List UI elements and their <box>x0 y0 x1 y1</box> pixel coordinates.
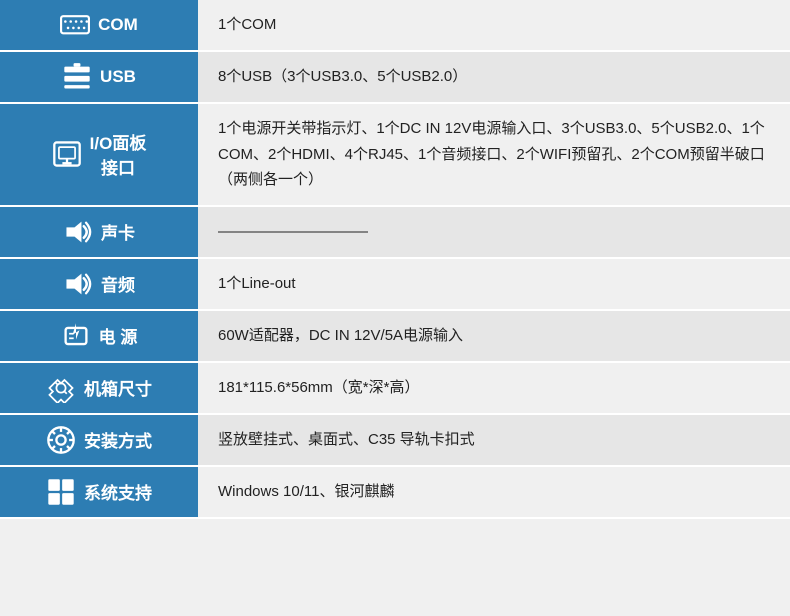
row-size: 机箱尺寸 181*115.6*56mm（宽*深*高） <box>0 362 790 414</box>
value-cell-install: 竖放壁挂式、桌面式、C35 导轨卡扣式 <box>198 414 790 466</box>
audio-icon <box>63 269 93 299</box>
soundcard-icon <box>63 217 93 247</box>
label-cell-usb: USB <box>0 51 198 103</box>
com-icon <box>60 10 90 40</box>
label-cell-io: I/O面板 接口 <box>0 103 198 206</box>
label-cell-install: 安装方式 <box>0 414 198 466</box>
label-text-audio: 音频 <box>101 271 135 296</box>
size-icon <box>46 373 76 403</box>
row-install: 安装方式 竖放壁挂式、桌面式、C35 导轨卡扣式 <box>0 414 790 466</box>
usb-icon <box>62 62 92 92</box>
io-icon <box>52 139 82 169</box>
row-io: I/O面板 接口 1个电源开关带指示灯、1个DC IN 12V电源输入口、3个US… <box>0 103 790 206</box>
label-text-os: 系统支持 <box>84 479 152 504</box>
install-icon <box>46 425 76 455</box>
os-icon <box>46 477 76 507</box>
value-cell-usb: 8个USB（3个USB3.0、5个USB2.0） <box>198 51 790 103</box>
label-cell-power: 电 源 <box>0 310 198 362</box>
specs-table: COM 1个COM USB 8个USB（3个USB3.0、5个USB2.0） I/O… <box>0 0 790 519</box>
label-cell-size: 机箱尺寸 <box>0 362 198 414</box>
label-text-io: I/O面板 接口 <box>90 129 147 179</box>
row-usb: USB 8个USB（3个USB3.0、5个USB2.0） <box>0 51 790 103</box>
row-soundcard: 声卡 —————————— <box>0 206 790 258</box>
label-text-soundcard: 声卡 <box>101 219 135 244</box>
label-cell-com: COM <box>0 0 198 51</box>
label-text-install: 安装方式 <box>84 427 152 452</box>
power-icon <box>61 321 91 351</box>
row-com: COM 1个COM <box>0 0 790 51</box>
value-cell-com: 1个COM <box>198 0 790 51</box>
row-power: 电 源 60W适配器，DC IN 12V/5A电源输入 <box>0 310 790 362</box>
value-cell-io: 1个电源开关带指示灯、1个DC IN 12V电源输入口、3个USB3.0、5个U… <box>198 103 790 206</box>
value-cell-os: Windows 10/11、银河麒麟 <box>198 466 790 518</box>
label-text-usb: USB <box>100 67 136 87</box>
label-cell-audio: 音频 <box>0 258 198 310</box>
label-text-com: COM <box>98 15 138 35</box>
row-os: 系统支持 Windows 10/11、银河麒麟 <box>0 466 790 518</box>
label-text-size: 机箱尺寸 <box>84 375 152 400</box>
label-text-power: 电 源 <box>99 323 138 348</box>
value-cell-power: 60W适配器，DC IN 12V/5A电源输入 <box>198 310 790 362</box>
row-audio: 音频 1个Line-out <box>0 258 790 310</box>
value-cell-size: 181*115.6*56mm（宽*深*高） <box>198 362 790 414</box>
value-cell-audio: 1个Line-out <box>198 258 790 310</box>
value-cell-soundcard: —————————— <box>198 206 790 258</box>
label-cell-soundcard: 声卡 <box>0 206 198 258</box>
label-cell-os: 系统支持 <box>0 466 198 518</box>
